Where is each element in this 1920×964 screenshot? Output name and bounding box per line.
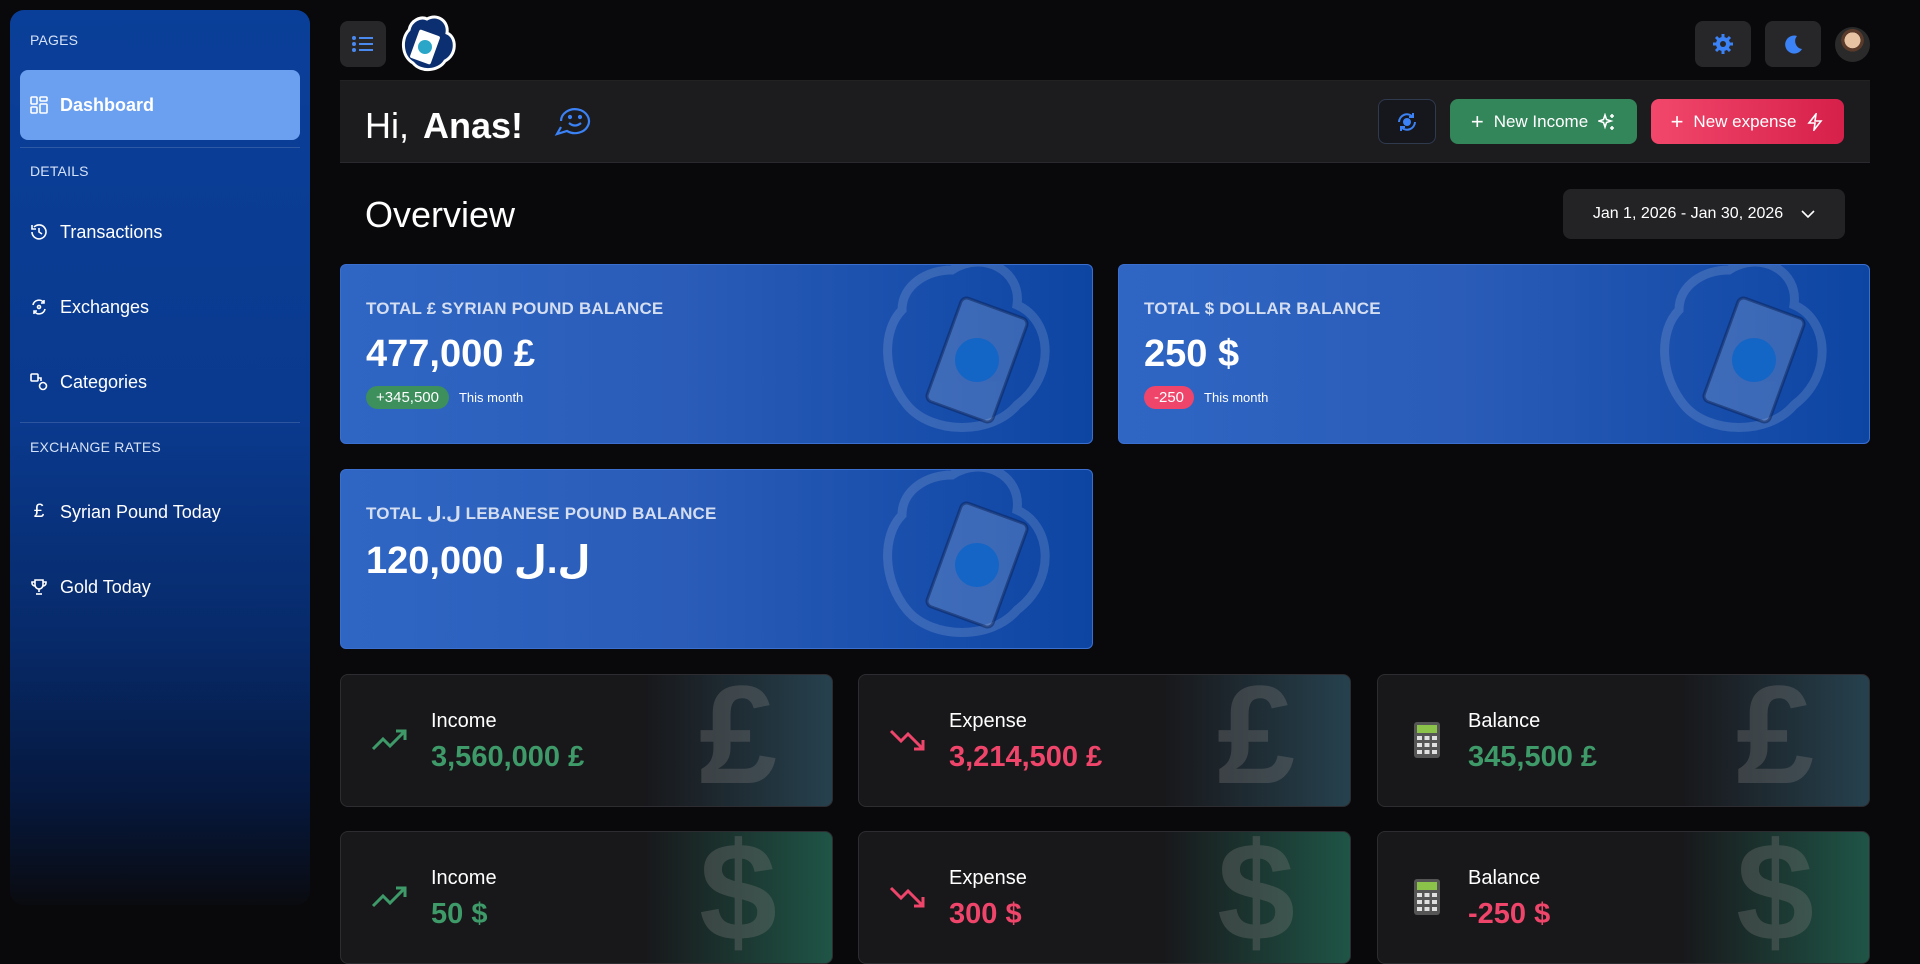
calculator-icon bbox=[1414, 722, 1440, 758]
sidebar-item-label: Dashboard bbox=[60, 94, 155, 115]
user-name: Anas! bbox=[423, 104, 524, 146]
delta-note: This month bbox=[1204, 390, 1269, 405]
sidebar-item-exchanges[interactable]: Exchanges bbox=[20, 272, 300, 342]
page-title: Overview bbox=[365, 194, 516, 235]
sidebar-item-transactions[interactable]: Transactions bbox=[20, 197, 300, 267]
stat-value: 3,214,500 £ bbox=[949, 741, 1103, 773]
dollar-watermark: $ bbox=[1736, 831, 1814, 964]
pound-watermark: £ bbox=[1736, 674, 1814, 807]
greeting: Hi, Anas! bbox=[365, 103, 595, 148]
dashboard-icon bbox=[30, 96, 48, 114]
dollar-watermark: $ bbox=[699, 831, 777, 964]
new-expense-label: New expense bbox=[1693, 111, 1797, 131]
trending-up-icon bbox=[371, 729, 407, 751]
pound-watermark: £ bbox=[699, 674, 777, 807]
delta-badge: +345,500 bbox=[366, 386, 449, 409]
stat-label: Expense bbox=[949, 710, 1027, 732]
balance-value: 120,000 ل.ل bbox=[366, 540, 591, 582]
exchange-icon bbox=[30, 298, 48, 316]
sidebar-item-syrian-pound-today[interactable]: £ Syrian Pound Today bbox=[20, 477, 300, 547]
list-icon bbox=[352, 36, 373, 52]
sidebar-item-label: Transactions bbox=[60, 221, 163, 242]
trending-down-icon bbox=[889, 729, 925, 751]
dollar-watermark: $ bbox=[1217, 831, 1295, 964]
avatar[interactable] bbox=[1835, 27, 1870, 62]
categories-icon bbox=[30, 373, 48, 391]
date-range-value: Jan 1, 2026 - Jan 30, 2026 bbox=[1592, 205, 1784, 222]
chevron-down-icon bbox=[1801, 209, 1815, 218]
balance-title: TOTAL $ DOLLAR BALANCE bbox=[1144, 299, 1381, 318]
balance-card-lbp: TOTAL ل.ل LEBANESE POUND BALANCE 120,000… bbox=[340, 469, 1093, 649]
stat-value: -250 $ bbox=[1468, 898, 1551, 930]
sidebar-item-label: Syrian Pound Today bbox=[60, 501, 221, 522]
delta-badge: -250 bbox=[1144, 386, 1195, 409]
money-bag-icon bbox=[1660, 265, 1827, 432]
trending-up-icon bbox=[371, 886, 407, 908]
balance-card-usd: TOTAL $ DOLLAR BALANCE 250 $ -250 This m… bbox=[1118, 264, 1870, 444]
stat-value: 300 $ bbox=[949, 898, 1022, 930]
zap-icon bbox=[1807, 112, 1824, 131]
stat-value: 345,500 £ bbox=[1468, 741, 1598, 773]
balance-delta: +345,500 This month bbox=[366, 386, 523, 409]
stat-label: Income bbox=[431, 867, 497, 889]
balance-value: 477,000 £ bbox=[366, 333, 536, 375]
stat-card-expense-syp: £ Expense 3,214,500 £ bbox=[858, 674, 1351, 807]
new-expense-button[interactable]: + New expense bbox=[1651, 99, 1844, 144]
balance-card-syp: TOTAL £ SYRIAN POUND BALANCE 477,000 £ +… bbox=[340, 264, 1093, 444]
money-bag-icon bbox=[883, 470, 1050, 637]
balance-title: TOTAL £ SYRIAN POUND BALANCE bbox=[366, 299, 664, 318]
balance-delta: -250 This month bbox=[1144, 386, 1268, 409]
theme-toggle-button[interactable] bbox=[1765, 21, 1821, 67]
section-exchange-rates: EXCHANGE RATES bbox=[30, 439, 161, 455]
stat-card-expense-usd: $ Expense 300 $ bbox=[858, 831, 1351, 964]
section-pages: PAGES bbox=[30, 32, 79, 48]
stat-label: Income bbox=[431, 710, 497, 732]
gear-icon bbox=[1713, 34, 1733, 54]
sidebar-item-gold-today[interactable]: Gold Today bbox=[20, 552, 300, 622]
chat-smile-icon bbox=[551, 103, 595, 148]
calculator-icon bbox=[1414, 879, 1440, 915]
refresh-rates-button[interactable] bbox=[1378, 99, 1436, 144]
stat-card-balance-syp: £ Balance 345,500 £ bbox=[1377, 674, 1870, 807]
stat-card-income-usd: $ Income 50 $ bbox=[340, 831, 833, 964]
sidebar-item-categories[interactable]: Categories bbox=[20, 347, 300, 417]
stat-label: Balance bbox=[1468, 710, 1541, 732]
pound-watermark: £ bbox=[1217, 674, 1295, 807]
stat-value: 50 $ bbox=[431, 898, 488, 930]
balance-title: TOTAL ل.ل LEBANESE POUND BALANCE bbox=[366, 504, 717, 523]
moon-icon bbox=[1785, 35, 1802, 54]
pound-icon: £ bbox=[33, 501, 45, 522]
stat-card-income-syp: £ Income 3,560,000 £ bbox=[340, 674, 833, 807]
money-bag-icon bbox=[883, 265, 1050, 432]
greeting-hi: Hi, bbox=[365, 104, 409, 146]
stat-label: Expense bbox=[949, 867, 1027, 889]
greeting-header: Hi, Anas! + New Income + New expense bbox=[340, 80, 1870, 163]
new-income-button[interactable]: + New Income bbox=[1450, 99, 1637, 144]
settings-button[interactable] bbox=[1695, 21, 1751, 67]
divider bbox=[20, 422, 300, 423]
stat-card-balance-usd: $ Balance -250 $ bbox=[1377, 831, 1870, 964]
plus-icon: + bbox=[1470, 108, 1484, 134]
stat-label: Balance bbox=[1468, 867, 1541, 889]
stat-value: 3,560,000 £ bbox=[431, 741, 585, 773]
sidebar-item-label: Categories bbox=[60, 371, 148, 392]
sidebar: PAGES Dashboard DETAILS Transactions Exc… bbox=[10, 10, 310, 905]
sidebar-item-dashboard[interactable]: Dashboard bbox=[20, 70, 300, 140]
new-income-label: New Income bbox=[1493, 111, 1589, 131]
app-logo[interactable] bbox=[397, 14, 457, 74]
date-range-picker[interactable]: Jan 1, 2026 - Jan 30, 2026 bbox=[1563, 189, 1845, 239]
trophy-icon bbox=[30, 578, 48, 596]
sidebar-item-label: Exchanges bbox=[60, 296, 150, 317]
sparkles-icon bbox=[1598, 112, 1615, 130]
history-icon bbox=[30, 223, 48, 241]
menu-toggle-button[interactable] bbox=[340, 21, 386, 67]
section-details: DETAILS bbox=[30, 163, 89, 179]
balance-value: 250 $ bbox=[1144, 333, 1240, 375]
plus-icon: + bbox=[1670, 108, 1684, 134]
currency-refresh-icon bbox=[1398, 112, 1416, 131]
trending-down-icon bbox=[889, 886, 925, 908]
sidebar-item-label: Gold Today bbox=[60, 576, 151, 597]
delta-note: This month bbox=[458, 390, 524, 405]
divider bbox=[20, 147, 300, 148]
